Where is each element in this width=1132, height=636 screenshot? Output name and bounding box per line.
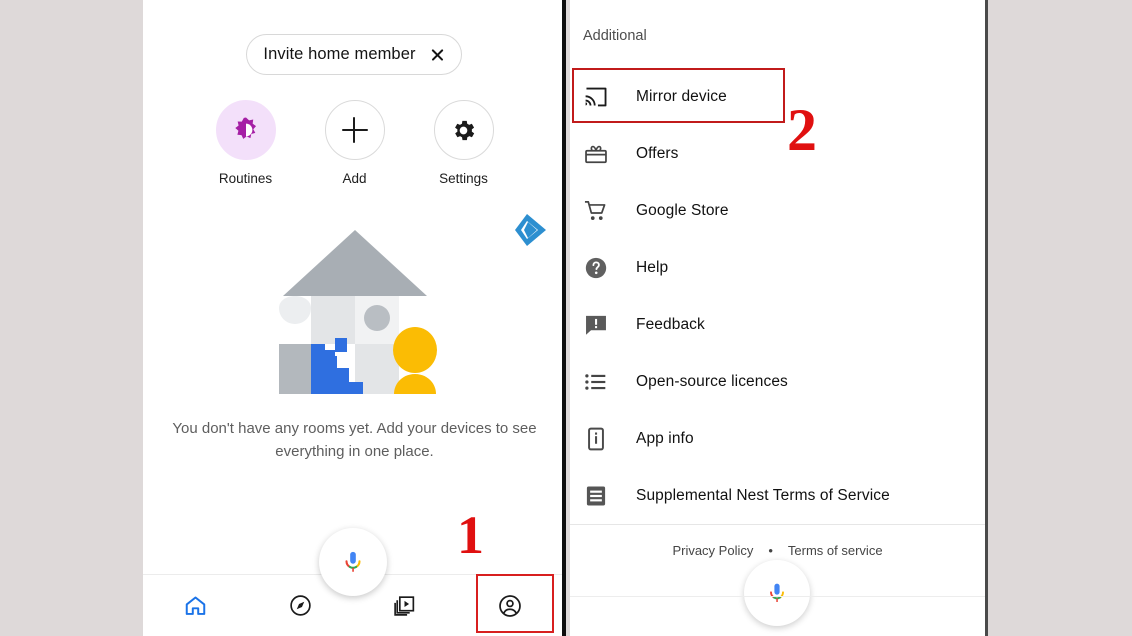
account-menu-screen: Additional Mirror device Offers Google S… bbox=[570, 0, 988, 636]
menu-item-label: App info bbox=[636, 429, 694, 447]
gear-icon bbox=[455, 120, 475, 140]
menu-item-mirror-device[interactable]: Mirror device bbox=[570, 68, 985, 125]
quick-action-label: Routines bbox=[218, 171, 273, 186]
footer-links: Privacy Policy • Terms of service bbox=[570, 543, 985, 558]
routines-button[interactable] bbox=[215, 100, 276, 160]
menu-item-label: Mirror device bbox=[636, 87, 727, 105]
footer-separator: • bbox=[768, 543, 773, 558]
routines-starburst-icon bbox=[234, 117, 256, 139]
watermark-title: DI DONG HAN bbox=[562, 213, 566, 234]
feedback-icon bbox=[586, 315, 606, 335]
empty-state-text: You don't have any rooms yet. Add your d… bbox=[172, 420, 537, 460]
quick-action-settings[interactable]: Settings bbox=[431, 100, 497, 186]
compass-icon bbox=[289, 595, 311, 616]
bottom-sheet-edge bbox=[570, 596, 985, 636]
assistant-mic-button[interactable] bbox=[319, 528, 387, 596]
cast-icon bbox=[585, 87, 607, 106]
watermark-subtitle: Trải nghiệm & Gắn bó bbox=[562, 238, 566, 248]
watermark: DI DONG HAN Trải nghiệm & Gắn bó bbox=[513, 206, 566, 254]
menu-item-app-info[interactable]: App info bbox=[570, 410, 985, 467]
menu-item-label: Open-source licences bbox=[636, 372, 788, 390]
media-library-icon bbox=[394, 596, 415, 616]
empty-rooms-house-illustration bbox=[279, 230, 437, 394]
list-icon bbox=[585, 373, 606, 390]
account-circle-icon bbox=[498, 594, 521, 617]
gift-card-icon bbox=[585, 145, 607, 163]
step-marker-2: 2 bbox=[787, 97, 817, 163]
quick-action-add[interactable]: Add bbox=[322, 100, 388, 186]
menu-item-label: Supplemental Nest Terms of Service bbox=[636, 486, 890, 504]
quick-action-label: Add bbox=[342, 171, 367, 186]
menu-item-offers[interactable]: Offers bbox=[570, 125, 985, 182]
diamond-logo-icon bbox=[515, 214, 546, 246]
google-assistant-mic-icon bbox=[345, 551, 361, 572]
plus-icon bbox=[341, 117, 368, 143]
google-home-screen: Invite home member Routines Add Settings… bbox=[143, 0, 566, 636]
close-icon[interactable] bbox=[430, 47, 445, 62]
screenshot-root: Invite home member Routines Add Settings… bbox=[0, 0, 1132, 636]
menu-divider bbox=[570, 524, 985, 525]
menu-item-feedback[interactable]: Feedback bbox=[570, 296, 985, 353]
document-icon bbox=[586, 485, 606, 506]
menu-item-open-source-licences[interactable]: Open-source licences bbox=[570, 353, 985, 410]
menu-item-label: Offers bbox=[636, 144, 679, 162]
invite-chip-label: Invite home member bbox=[263, 45, 416, 63]
app-info-icon bbox=[588, 427, 604, 450]
additional-menu-list: Mirror device Offers Google Store Help F… bbox=[570, 68, 985, 524]
quick-action-routines[interactable]: Routines bbox=[213, 100, 279, 186]
menu-item-label: Google Store bbox=[636, 201, 729, 219]
quick-action-label: Settings bbox=[439, 171, 488, 186]
menu-item-google-store[interactable]: Google Store bbox=[570, 182, 985, 239]
privacy-policy-link[interactable]: Privacy Policy bbox=[672, 543, 753, 558]
menu-item-label: Feedback bbox=[636, 315, 705, 333]
additional-section-label: Additional bbox=[583, 28, 647, 44]
step-marker-1: 1 bbox=[457, 505, 484, 565]
nav-item-account[interactable] bbox=[457, 575, 562, 636]
settings-button[interactable] bbox=[433, 100, 494, 160]
quick-actions-row: Routines Add Settings bbox=[143, 100, 562, 186]
nav-item-home[interactable] bbox=[143, 575, 248, 636]
add-button[interactable] bbox=[324, 100, 385, 160]
menu-item-supplemental-nest-terms[interactable]: Supplemental Nest Terms of Service bbox=[570, 467, 985, 524]
shopping-cart-icon bbox=[584, 200, 606, 220]
terms-of-service-link[interactable]: Terms of service bbox=[788, 543, 883, 558]
menu-item-help[interactable]: Help bbox=[570, 239, 985, 296]
help-circle-icon bbox=[585, 257, 607, 278]
invite-home-member-chip[interactable]: Invite home member bbox=[246, 34, 462, 75]
menu-item-label: Help bbox=[636, 258, 669, 276]
home-icon bbox=[185, 596, 206, 615]
